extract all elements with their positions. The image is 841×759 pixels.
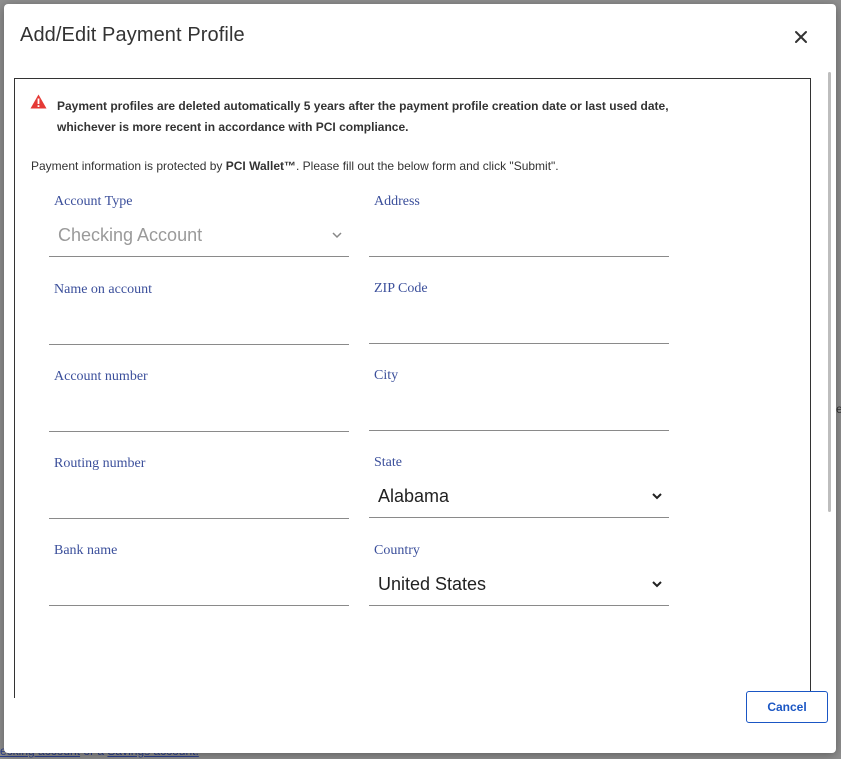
zip-code-field: ZIP Code — [369, 281, 669, 344]
name-on-account-field: Name on account — [49, 282, 349, 345]
background-edge-text: e — [836, 402, 841, 416]
account-type-field: Account Type Checking Account — [49, 194, 349, 257]
zip-code-label: ZIP Code — [374, 281, 428, 296]
cancel-button[interactable]: Cancel — [746, 691, 828, 723]
close-button[interactable] — [790, 26, 812, 48]
account-number-label: Account number — [54, 369, 148, 384]
chevron-down-icon — [652, 493, 662, 500]
name-on-account-input[interactable] — [49, 304, 349, 342]
info-suffix: . Please fill out the below form and cli… — [296, 159, 559, 173]
dialog-scrollbar[interactable] — [828, 72, 831, 512]
state-select[interactable]: Alabama — [369, 477, 669, 515]
chevron-down-icon — [332, 232, 342, 239]
dialog-content-frame: Payment profiles are deleted automatical… — [14, 78, 811, 698]
name-on-account-label: Name on account — [54, 282, 152, 297]
chevron-down-icon — [652, 581, 662, 588]
pci-info-text: Payment information is protected by PCI … — [31, 159, 559, 173]
city-field: City — [369, 368, 669, 431]
close-icon — [795, 31, 807, 43]
payment-profile-dialog: Add/Edit Payment Profile Payment profile… — [4, 4, 836, 753]
bank-name-field: Bank name — [49, 543, 349, 606]
routing-number-label: Routing number — [54, 456, 146, 471]
bank-name-input[interactable] — [49, 565, 349, 603]
city-label: City — [374, 368, 399, 383]
pci-wallet-brand: PCI Wallet™ — [225, 159, 296, 173]
state-field: State Alabama — [369, 455, 669, 518]
warning-triangle-icon — [30, 94, 47, 109]
dialog-title: Add/Edit Payment Profile — [20, 24, 245, 46]
routing-number-input[interactable] — [49, 478, 349, 516]
address-label: Address — [374, 194, 420, 209]
country-label: Country — [374, 543, 420, 558]
routing-number-field: Routing number — [49, 456, 349, 519]
state-label: State — [374, 455, 402, 470]
city-input[interactable] — [369, 390, 669, 428]
country-select[interactable]: United States — [369, 565, 669, 603]
address-field: Address — [369, 194, 669, 257]
zip-code-input[interactable] — [369, 303, 669, 341]
account-number-input[interactable] — [49, 391, 349, 429]
account-type-select[interactable]: Checking Account — [49, 216, 349, 254]
country-value: United States — [378, 574, 487, 594]
account-type-label: Account Type — [54, 194, 133, 209]
address-input[interactable] — [369, 216, 669, 254]
deletion-warning-text: Payment profiles are deleted automatical… — [57, 99, 669, 134]
account-type-value: Checking Account — [58, 225, 203, 245]
state-value: Alabama — [378, 486, 450, 506]
info-prefix: Payment information is protected by — [31, 159, 226, 173]
country-field: Country United States — [369, 543, 669, 606]
account-number-field: Account number — [49, 369, 349, 432]
bank-name-label: Bank name — [54, 543, 118, 558]
